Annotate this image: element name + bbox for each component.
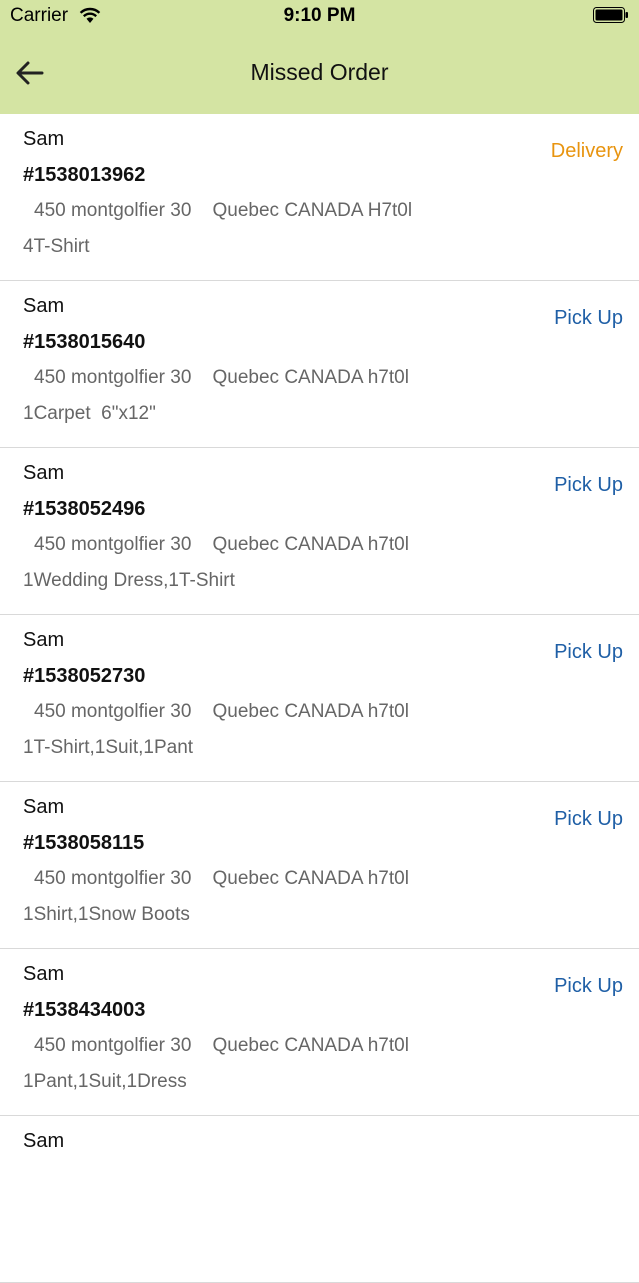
order-address: 450 montgolfier 30 Quebec CANADA h7t0l xyxy=(34,367,409,388)
customer-name: Sam xyxy=(23,128,65,150)
order-number: #1538013962 xyxy=(23,164,146,186)
order-type-pickup: Pick Up xyxy=(554,641,623,663)
order-items: 1Carpet 6"x12" xyxy=(23,403,156,424)
order-items: 4T-Shirt xyxy=(23,236,90,257)
status-time: 9:10 PM xyxy=(283,5,356,26)
order-items: 1Shirt,1Snow Boots xyxy=(23,904,190,925)
order-items: 1Pant,1Suit,1Dress xyxy=(23,1071,187,1092)
order-number: #1538434003 xyxy=(23,999,146,1021)
order-address: 450 montgolfier 30 Quebec CANADA h7t0l xyxy=(34,701,409,722)
order-row[interactable]: Sam #1538015640 450 montgolfier 30 Quebe… xyxy=(0,281,639,448)
order-type-pickup: Pick Up xyxy=(554,975,623,997)
order-row[interactable]: Sam #1538052730 450 montgolfier 30 Quebe… xyxy=(0,615,639,782)
order-number: #1538052730 xyxy=(23,665,146,687)
order-row[interactable]: Sam #1538058115 450 montgolfier 30 Quebe… xyxy=(0,782,639,949)
status-bar: Carrier 9:10 PM xyxy=(0,0,639,31)
customer-name: Sam xyxy=(23,462,65,484)
order-items: 1T-Shirt,1Suit,1Pant xyxy=(23,737,194,758)
order-address: 450 montgolfier 30 Quebec CANADA H7t0l xyxy=(34,200,413,221)
order-row[interactable]: Sam #1538434003 450 montgolfier 30 Quebe… xyxy=(0,949,639,1116)
order-row[interactable]: Sam #1538052496 450 montgolfier 30 Quebe… xyxy=(0,448,639,615)
customer-name: Sam xyxy=(23,796,65,818)
order-row[interactable]: Sam #1538013962 450 montgolfier 30 Quebe… xyxy=(0,114,639,281)
order-type-pickup: Pick Up xyxy=(554,307,623,329)
order-number: #1538015640 xyxy=(23,331,146,353)
order-address: 450 montgolfier 30 Quebec CANADA h7t0l xyxy=(34,534,409,555)
order-items: 1Wedding Dress,1T-Shirt xyxy=(23,570,235,591)
order-row-partial[interactable]: Sam xyxy=(0,1116,639,1283)
order-type-pickup: Pick Up xyxy=(554,808,623,830)
order-address: 450 montgolfier 30 Quebec CANADA h7t0l xyxy=(34,868,409,889)
order-list: Sam #1538013962 450 montgolfier 30 Quebe… xyxy=(0,114,639,1283)
order-number: #1538052496 xyxy=(23,498,146,520)
order-address: 450 montgolfier 30 Quebec CANADA h7t0l xyxy=(34,1035,409,1056)
order-type-pickup: Pick Up xyxy=(554,474,623,496)
page-title: Missed Order xyxy=(250,59,389,85)
customer-name: Sam xyxy=(23,1130,65,1152)
order-number: #1538058115 xyxy=(23,832,145,854)
customer-name: Sam xyxy=(23,629,65,651)
navigation-bar: Missed Order xyxy=(0,31,639,114)
order-type-delivery: Delivery xyxy=(550,140,623,162)
battery-icon xyxy=(593,7,628,23)
customer-name: Sam xyxy=(23,963,65,985)
customer-name: Sam xyxy=(23,295,65,317)
